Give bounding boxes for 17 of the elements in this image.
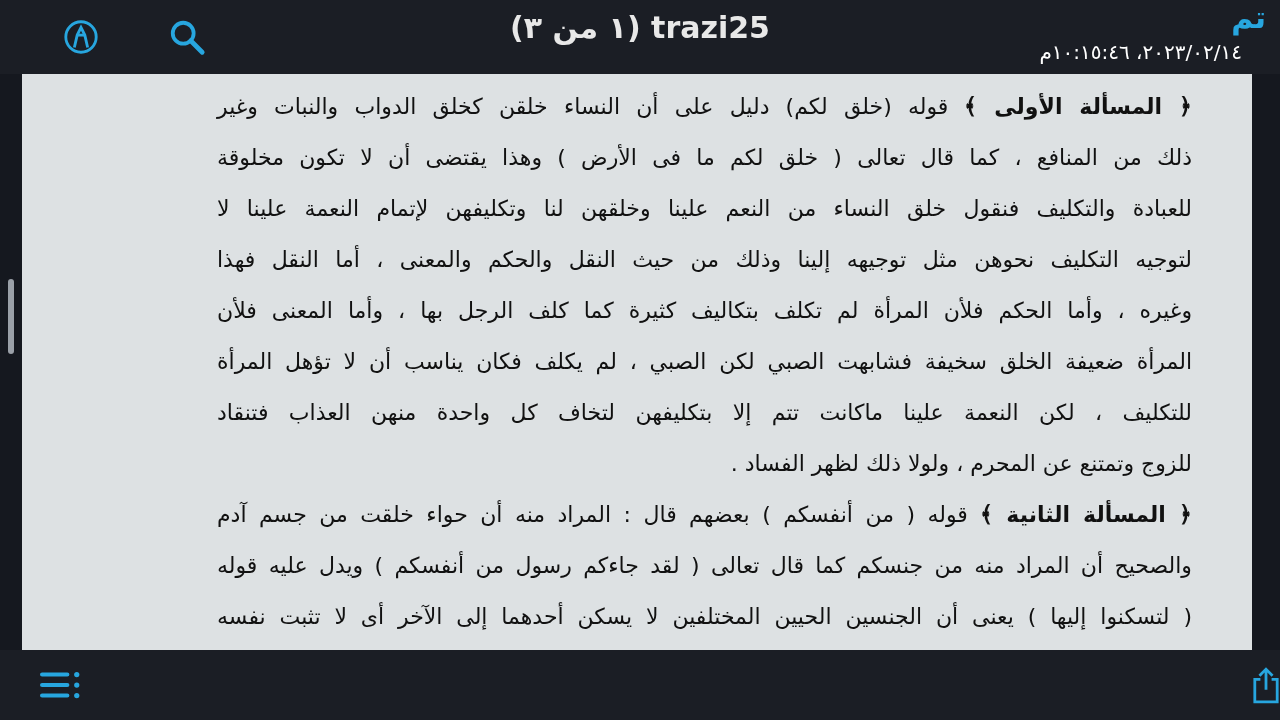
- text-line: للعبادة والتكليف فنقول خلق النساء من النعم علينا وخلقهن لنا وتكليفهن لإتمام النعمة علينا لا: [217, 195, 1192, 224]
- text-line: ﴿ المسألة الثانية ﴾ قوله ( من أنفسكم ) بعضهم قال : المراد منه أن حواء خلقت من جسم آدم: [217, 499, 1192, 530]
- text-line: والصحيح أن المراد منه من جنسكم كما قال تعالى ( لقد جاءكم رسول من أنفسكم ) ويدل عليه قوله: [217, 550, 1192, 581]
- text-line: للزوج وتمتنع عن المحرم ، ولولا ذلك لظهر الفساد .: [729, 450, 1192, 479]
- text-line: ( لتسكنوا إليها ) يعنى أن الجنسين الحيين المختلفين لا يسكن أحدهما إلى الآخر أى لا تثبت نفسه: [217, 601, 1192, 632]
- document-title: trazi25 (١ من ٣): [510, 10, 770, 45]
- search-icon[interactable]: [168, 18, 206, 56]
- timestamp-label: ٢٠٢٣/٠٢/١٤، ١٠:١٥:٤٦م: [1039, 40, 1242, 64]
- text-line: وغيره ، وأما الحكم فلأن المرأة لم تكلف بتكاليف كثيرة كما كلف الرجل بها ، وأما المعنى فلأن: [217, 295, 1192, 326]
- text-line: ذلك من المنافع ، كما قال تعالى ( خلق لكم ما فى الأرض ) وهذا يقتضى أن لا تكون مخلوقة: [217, 142, 1192, 173]
- text-line: للتكليف ، لكن النعمة علينا ماكانت تتم إلا بتكليفهن لتخاف كل واحدة منهن العذاب فتنقاد: [217, 399, 1192, 428]
- done-button[interactable]: تم: [1227, 0, 1270, 35]
- markup-icon[interactable]: [62, 18, 100, 56]
- text-line: لتوجيه التكليف نحوهن مثل توجيهه إلينا وذلك من حيث النقل والحكم والمعنى ، أما النقل فهذا: [217, 244, 1192, 275]
- text-line: ﴿ المسألة الأولى ﴾ قوله (خلق لكم) دليل على أن النساء خلقن كخلق الدواب والنبات وغير: [217, 91, 1192, 122]
- text-line: المرأة ضعيفة الخلق سخيفة فشابهت الصبي لكن الصبي ، لم يكلف فكان يناسب أن لا تؤهل المرأة: [217, 346, 1192, 377]
- list-icon[interactable]: [40, 669, 82, 701]
